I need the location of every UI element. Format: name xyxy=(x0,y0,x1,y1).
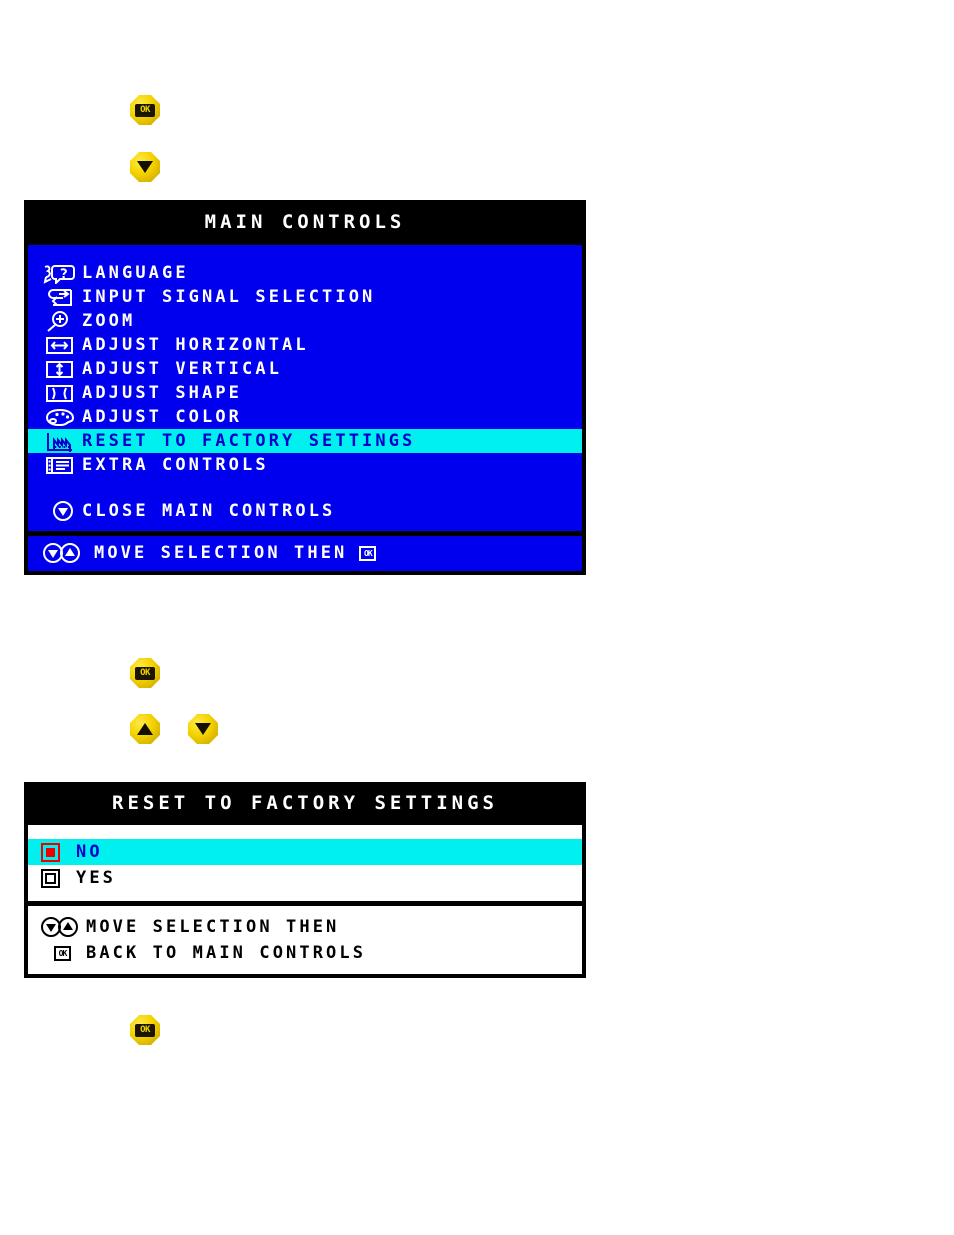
down-arrow-circle-icon xyxy=(52,500,82,522)
adjust-vertical-icon xyxy=(42,358,82,380)
option-label: NO xyxy=(76,842,103,862)
radio-selected-icon xyxy=(40,841,76,863)
factory-reset-icon xyxy=(42,430,82,452)
menu-item-label: ADJUST VERTICAL xyxy=(82,359,283,379)
adjust-color-icon xyxy=(42,406,82,428)
menu-item-reset-to-factory-settings[interactable]: RESET TO FACTORY SETTINGS xyxy=(28,429,582,453)
footer-hint-label: BACK TO MAIN CONTROLS xyxy=(86,943,367,963)
menu-spacer xyxy=(28,477,582,499)
menu-item-extra-controls[interactable]: EXTRA CONTROLS xyxy=(28,453,582,477)
up-arrow-icon xyxy=(137,723,153,735)
down-arrow-button[interactable] xyxy=(188,714,218,744)
footer-hint-move-selection: MOVE SELECTION THEN xyxy=(28,914,582,940)
ok-button[interactable]: OK xyxy=(130,658,160,688)
ok-icon: OK xyxy=(135,1023,155,1037)
menu-item-label: ZOOM xyxy=(82,311,136,331)
ok-button[interactable]: OK xyxy=(130,1015,160,1045)
menu-item-input-signal-selection[interactable]: INPUT SIGNAL SELECTION xyxy=(28,285,582,309)
main-controls-menu-list: LANGUAGE INPUT SIGNAL SELECTION ZOOM ADJ… xyxy=(28,242,582,531)
menu-item-adjust-horizontal[interactable]: ADJUST HORIZONTAL xyxy=(28,333,582,357)
extra-controls-icon xyxy=(42,454,82,476)
menu-item-label: ADJUST SHAPE xyxy=(82,383,243,403)
option-no[interactable]: NO xyxy=(28,839,582,865)
menu-item-adjust-vertical[interactable]: ADJUST VERTICAL xyxy=(28,357,582,381)
up-arrow-button[interactable] xyxy=(130,714,160,744)
menu-item-label: RESET TO FACTORY SETTINGS xyxy=(82,431,416,451)
language-icon xyxy=(42,262,82,284)
footer-hint-label: MOVE SELECTION THEN xyxy=(94,543,348,563)
menu-item-label: ADJUST COLOR xyxy=(82,407,243,427)
updown-arrow-circle-icon xyxy=(42,542,94,564)
menu-item-label: EXTRA CONTROLS xyxy=(82,455,269,475)
radio-unselected-icon xyxy=(40,867,76,889)
down-arrow-button[interactable] xyxy=(130,152,160,182)
ok-button[interactable]: OK xyxy=(130,95,160,125)
menu-item-adjust-color[interactable]: ADJUST COLOR xyxy=(28,405,582,429)
reset-dialog-options: NO YES xyxy=(28,822,582,901)
main-controls-footer: MOVE SELECTION THEN OK xyxy=(28,531,582,571)
main-controls-osd-panel: MAIN CONTROLS LANGUAGE INPUT SIGNAL SELE… xyxy=(24,200,586,575)
menu-item-zoom[interactable]: ZOOM xyxy=(28,309,582,333)
menu-item-adjust-shape[interactable]: ADJUST SHAPE xyxy=(28,381,582,405)
option-yes[interactable]: YES xyxy=(28,865,582,891)
menu-item-close-main-controls[interactable]: CLOSE MAIN CONTROLS xyxy=(28,499,582,523)
input-signal-icon xyxy=(42,286,82,308)
menu-item-label: INPUT SIGNAL SELECTION xyxy=(82,287,376,307)
reset-dialog-footer: MOVE SELECTION THEN OK BACK TO MAIN CONT… xyxy=(28,901,582,974)
option-label: YES xyxy=(76,868,117,888)
reset-dialog-title: RESET TO FACTORY SETTINGS xyxy=(28,786,582,822)
ok-icon: OK xyxy=(135,666,155,680)
reset-to-factory-settings-dialog: RESET TO FACTORY SETTINGS NO YES MOVE SE… xyxy=(24,782,586,978)
menu-item-language[interactable]: LANGUAGE xyxy=(28,261,582,285)
footer-hint-back-to-main: OK BACK TO MAIN CONTROLS xyxy=(28,940,582,966)
adjust-shape-icon xyxy=(42,382,82,404)
menu-item-label: LANGUAGE xyxy=(82,263,189,283)
ok-box-icon-wrap: OK xyxy=(40,945,86,961)
adjust-horizontal-icon xyxy=(42,334,82,356)
zoom-icon xyxy=(42,310,82,332)
ok-box-icon: OK xyxy=(54,945,71,961)
down-arrow-icon xyxy=(195,723,211,735)
menu-item-label: CLOSE MAIN CONTROLS xyxy=(82,501,336,521)
ok-icon: OK xyxy=(135,103,155,117)
menu-item-label: ADJUST HORIZONTAL xyxy=(82,335,309,355)
main-controls-title: MAIN CONTROLS xyxy=(28,204,582,242)
footer-hint-label: MOVE SELECTION THEN xyxy=(86,917,340,937)
down-arrow-icon xyxy=(137,161,153,173)
updown-arrow-circle-icon xyxy=(40,916,86,938)
ok-box-icon: OK xyxy=(359,545,377,561)
